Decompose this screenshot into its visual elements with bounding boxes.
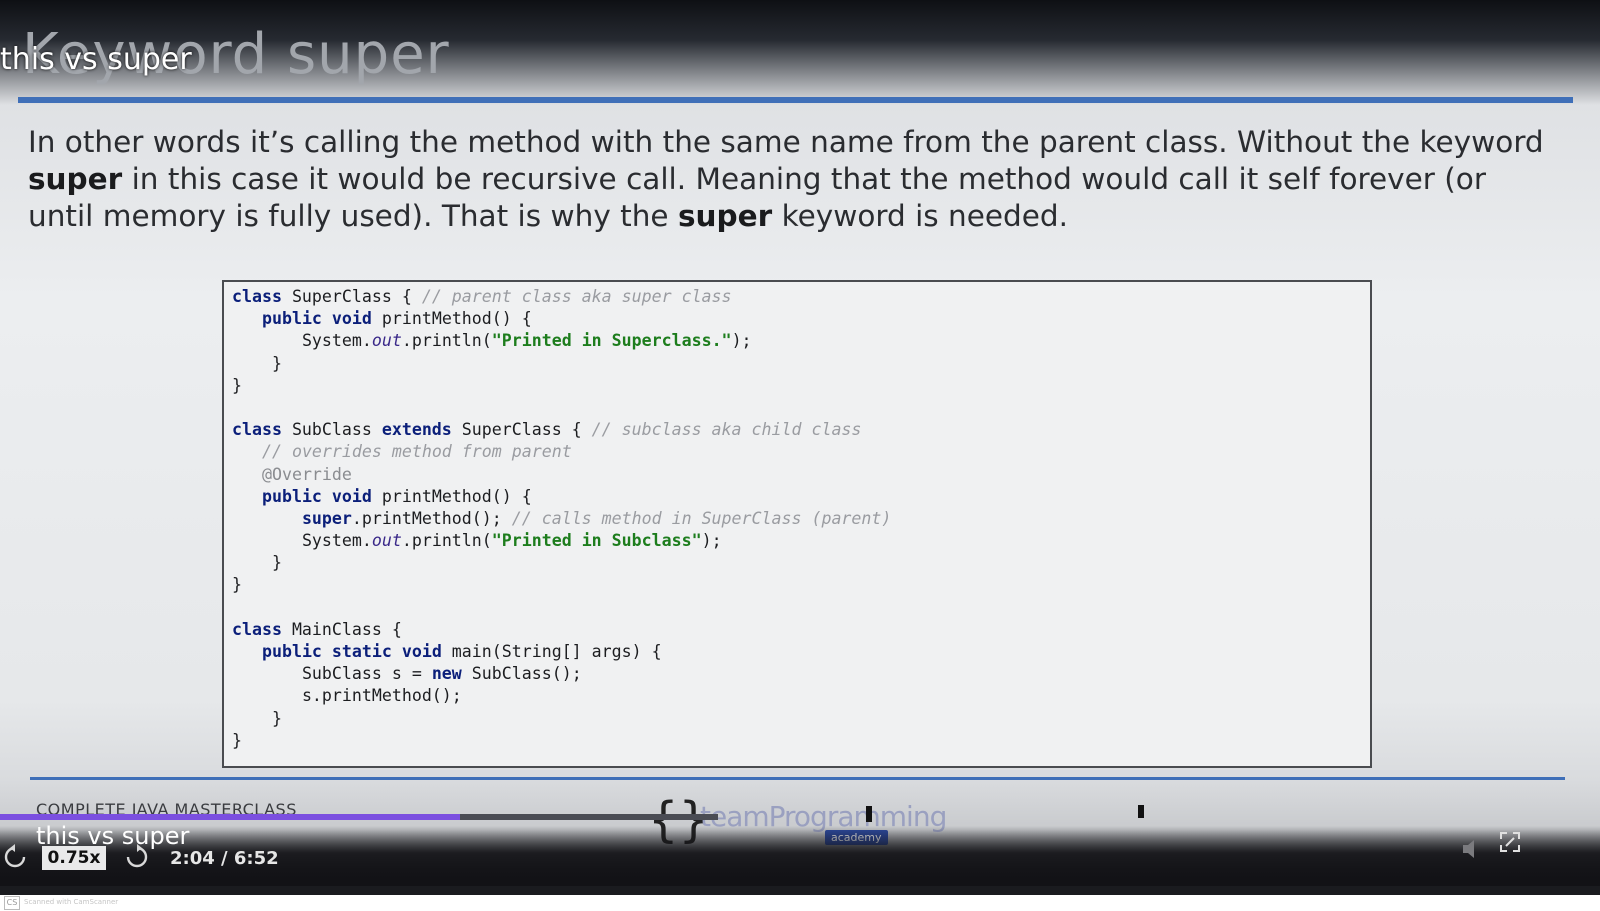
slide-paragraph: In other words it’s calling the method w… [28,124,1548,235]
scanner-watermark: CS Scanned with CamScanner [0,895,1600,911]
code-line: } [232,730,242,750]
overlay-video-title: this vs super [0,42,192,77]
code-line: SubClass s = new SubClass(); [301,664,582,684]
code-line: @Override [261,464,352,484]
code-line: super.printMethod(); // calls method in … [301,508,892,528]
code-line: } [271,708,282,728]
code-line: public void printMethod() { [261,309,532,329]
scanner-watermark-text: Scanned with CamScanner [24,898,119,906]
cursor-artifact [866,806,872,822]
rewind-icon[interactable] [2,843,28,871]
progress-bar[interactable] [0,814,718,820]
fullscreen-icon[interactable] [1498,830,1522,854]
slide: Keyword super In other words it’s callin… [0,0,1600,895]
code-line: // overrides method from parent [261,442,572,462]
mouse-cursor [1138,805,1144,818]
code-line: public void printMethod() { [261,486,532,506]
code-line: public static void main(String[] args) { [261,642,662,661]
code-line: } [232,375,242,395]
progress-fill [0,814,460,820]
code-line: System.out.println("Printed in Subclass"… [301,531,722,551]
playback-speed-button[interactable]: 0.75x [42,846,106,870]
code-line: class MainClass { [232,619,402,639]
title-divider [18,97,1573,103]
code-line: class SuperClass { // parent class aka s… [232,287,732,306]
time-display: 2:04 / 6:52 [170,848,279,869]
forward-icon[interactable] [124,843,150,871]
code-line: } [271,553,282,573]
code-line: } [232,575,242,595]
code-block: class SuperClass { // parent class aka s… [222,280,1372,768]
code-line: s.printMethod(); [301,686,462,706]
paragraph-bold-2: super [677,199,773,233]
footer-divider [30,777,1565,780]
code-line: } [271,353,282,373]
paragraph-text-1: In other words it’s calling the method w… [28,125,1544,159]
paragraph-bold-1: super [28,162,123,196]
code-line: class SubClass extends SuperClass { // s… [232,420,862,440]
camscanner-logo-icon: CS [4,896,20,910]
paragraph-text-3: keyword is needed. [772,199,1069,233]
code-line: System.out.println("Printed in Superclas… [301,331,752,351]
volume-muted-icon[interactable] [1460,836,1486,862]
